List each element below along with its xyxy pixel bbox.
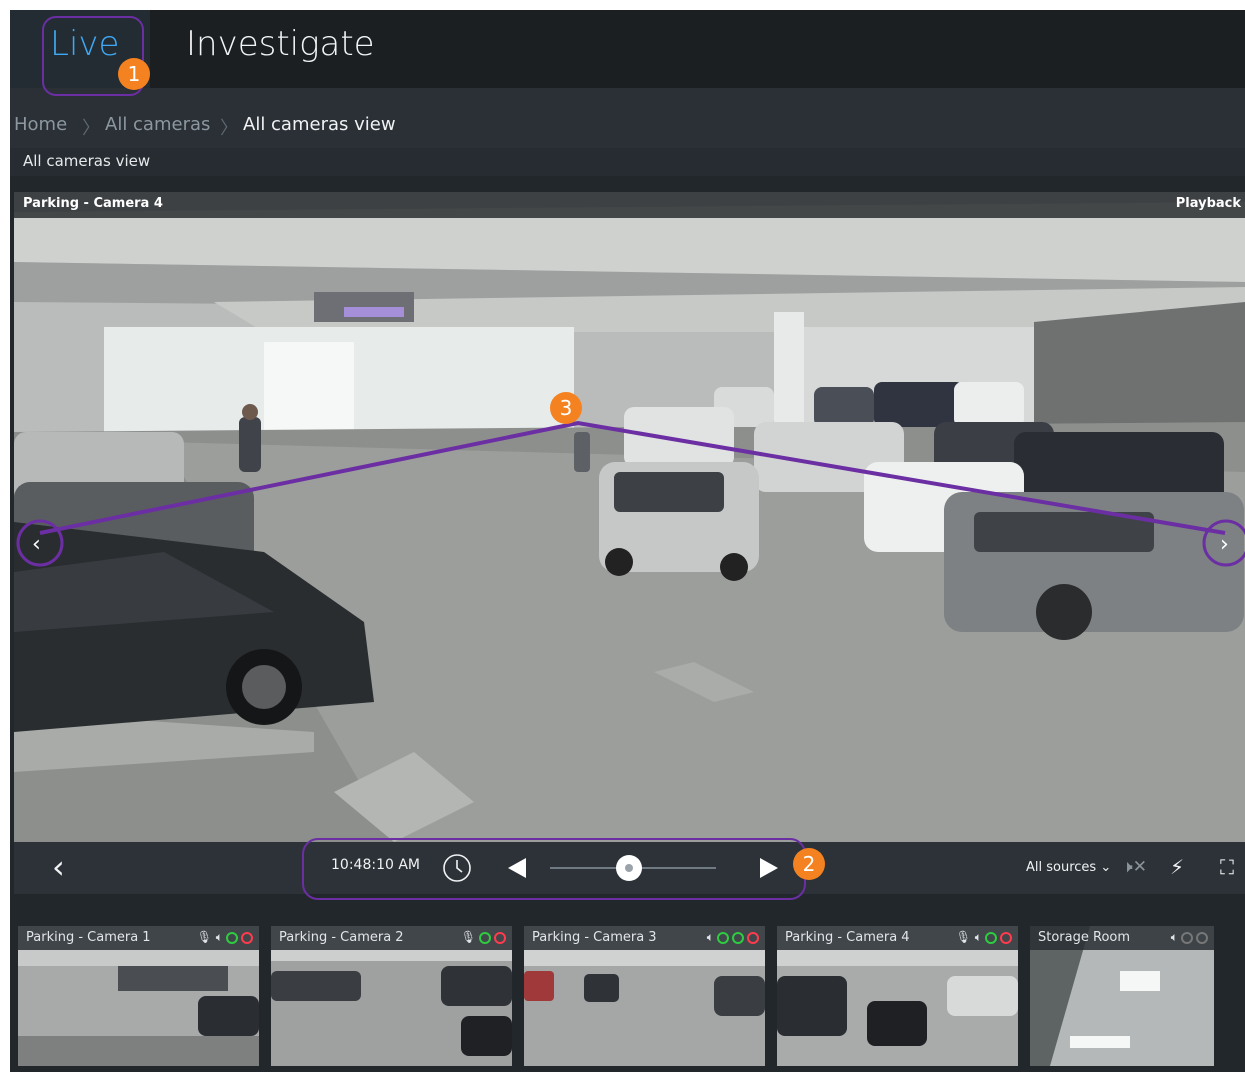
app-window: Live Investigate Home 〉 All cameras 〉 Al… <box>10 10 1245 1072</box>
annotation-lines <box>16 420 1245 567</box>
annotation-badge-3: 3 <box>550 392 582 424</box>
